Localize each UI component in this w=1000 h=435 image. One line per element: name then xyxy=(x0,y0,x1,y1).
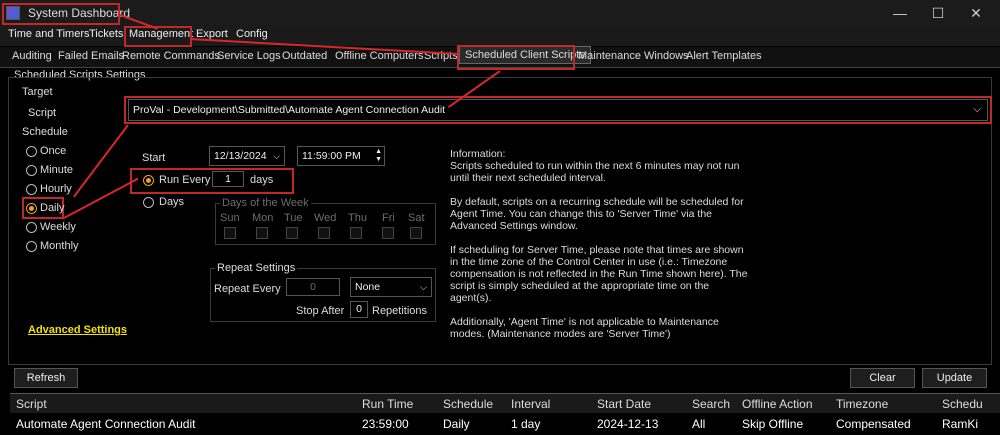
dow-mon-checkbox[interactable] xyxy=(256,227,268,239)
repetitions-label: Repetitions xyxy=(372,305,428,317)
start-time-picker[interactable]: 11:59:00 PM ▲ ▼ xyxy=(297,146,385,166)
col-header-script[interactable]: Script xyxy=(16,397,47,411)
menu-config[interactable]: Config xyxy=(236,28,268,40)
spinner-icon[interactable]: ▲ ▼ xyxy=(375,148,382,164)
dow-tue-label: Tue xyxy=(284,212,303,224)
radio-once-label: Once xyxy=(40,145,67,157)
dow-sun-label: Sun xyxy=(220,212,240,224)
annotation-box-title xyxy=(2,3,120,25)
radio-weekly[interactable] xyxy=(26,222,37,233)
minimize-icon[interactable]: — xyxy=(880,0,920,26)
dow-sun-checkbox[interactable] xyxy=(224,227,236,239)
radio-hourly[interactable] xyxy=(26,184,37,195)
repeat-unit-value: None xyxy=(355,281,381,293)
clear-button[interactable]: Clear xyxy=(850,368,915,388)
stop-after-label: Stop After xyxy=(296,305,345,317)
dow-sat-checkbox[interactable] xyxy=(410,227,422,239)
info-paragraph-3: If scheduling for Server Time, please no… xyxy=(450,244,748,304)
title-bar xyxy=(0,0,1000,26)
radio-monthly-label: Monthly xyxy=(40,240,79,252)
cell-start-date[interactable]: 2024-12-13 xyxy=(597,417,658,431)
cell-run-time[interactable]: 23:59:00 xyxy=(362,417,409,431)
info-paragraph-2: By default, scripts on a recurring sched… xyxy=(450,196,744,232)
col-header-schedule[interactable]: Schedule xyxy=(443,397,493,411)
run-every-unit: days xyxy=(250,174,274,186)
cell-offline-action[interactable]: Skip Offline xyxy=(742,417,803,431)
dow-wed-checkbox[interactable] xyxy=(318,227,330,239)
tab-outdated[interactable]: Outdated xyxy=(282,50,327,62)
tab-alert-templates[interactable]: Alert Templates xyxy=(686,50,762,62)
cell-interval[interactable]: 1 day xyxy=(511,417,540,431)
days-of-week-label: Days of the Week xyxy=(220,197,311,209)
tab-auditing[interactable]: Auditing xyxy=(12,50,52,62)
col-header-run-time[interactable]: Run Time xyxy=(362,397,413,411)
radio-once[interactable] xyxy=(26,146,37,157)
repeat-every-label: Repeat Every xyxy=(214,283,281,295)
col-header-search[interactable]: Search xyxy=(692,397,730,411)
col-header-timezone[interactable]: Timezone xyxy=(836,397,888,411)
tab-service-logs[interactable]: Service Logs xyxy=(217,50,281,62)
radio-weekly-label: Weekly xyxy=(40,221,76,233)
run-every-input[interactable]: 1 xyxy=(212,171,244,187)
annotation-box-scheduled-tab xyxy=(457,45,575,70)
start-date-value: 12/13/2024 xyxy=(214,150,267,162)
dow-wed-label: Wed xyxy=(314,212,337,224)
cell-schedule[interactable]: Daily xyxy=(443,417,470,431)
dow-fri-label: Fri xyxy=(382,212,395,224)
update-button[interactable]: Update xyxy=(922,368,987,388)
tab-failed-emails[interactable]: Failed Emails xyxy=(58,50,124,62)
run-every-label: Run Every xyxy=(159,174,211,186)
schedule-label: Schedule xyxy=(22,126,68,138)
information-text: Information: Scripts scheduled to run wi… xyxy=(450,148,750,352)
cell-schedu[interactable]: RamKi xyxy=(942,417,978,431)
start-time-value: 11:59:00 PM xyxy=(302,150,361,162)
refresh-button[interactable]: Refresh xyxy=(14,368,78,388)
info-paragraph-4: Additionally, 'Agent Time' is not applic… xyxy=(450,316,719,340)
col-header-schedu[interactable]: Schedu xyxy=(942,397,983,411)
annotation-box-management xyxy=(124,26,192,47)
dow-fri-checkbox[interactable] xyxy=(382,227,394,239)
dow-thu-label: Thu xyxy=(348,212,367,224)
radio-monthly[interactable] xyxy=(26,241,37,252)
repeat-settings-label: Repeat Settings xyxy=(215,262,298,274)
cell-script[interactable]: Automate Agent Connection Audit xyxy=(16,417,195,431)
dow-thu-checkbox[interactable] xyxy=(350,227,362,239)
maximize-icon[interactable]: ☐ xyxy=(918,0,958,26)
radio-minute[interactable] xyxy=(26,165,37,176)
col-header-start-date[interactable]: Start Date xyxy=(597,397,651,411)
cell-timezone[interactable]: Compensated xyxy=(836,417,911,431)
radio-hourly-label: Hourly xyxy=(40,183,72,195)
tab-remote-commands[interactable]: Remote Commands xyxy=(122,50,220,62)
repeat-every-input[interactable]: 0 xyxy=(286,278,340,296)
annotation-box-script xyxy=(124,96,992,124)
start-date-picker[interactable]: 12/13/2024 ⌵ xyxy=(209,146,285,166)
menu-time-and-timers[interactable]: Time and Timers xyxy=(8,28,90,40)
col-header-offline-action[interactable]: Offline Action xyxy=(742,397,813,411)
dow-tue-checkbox[interactable] xyxy=(286,227,298,239)
stop-after-input[interactable]: 0 xyxy=(350,301,368,318)
dow-mon-label: Mon xyxy=(252,212,274,224)
tab-maintenance-windows[interactable]: Maintenance Windows xyxy=(578,50,689,62)
radio-daily[interactable] xyxy=(26,203,37,214)
dow-sat-label: Sat xyxy=(408,212,425,224)
cell-search[interactable]: All xyxy=(692,417,705,431)
info-title: Information: xyxy=(450,148,506,160)
repeat-unit-select[interactable]: None ⌵ xyxy=(350,277,432,297)
script-label: Script xyxy=(28,107,57,119)
radio-run-every[interactable] xyxy=(143,175,154,186)
radio-minute-label: Minute xyxy=(40,164,74,176)
close-icon[interactable]: ✕ xyxy=(956,0,996,26)
radio-days[interactable] xyxy=(143,197,154,208)
advanced-settings-link[interactable]: Advanced Settings xyxy=(28,324,127,336)
info-paragraph-1: Scripts scheduled to run within the next… xyxy=(450,160,740,184)
menu-tickets[interactable]: Tickets xyxy=(89,28,123,40)
col-header-interval[interactable]: Interval xyxy=(511,397,550,411)
start-label: Start xyxy=(142,152,166,164)
target-label: Target xyxy=(22,86,53,98)
radio-daily-label: Daily xyxy=(40,202,65,214)
chevron-down-icon: ⌵ xyxy=(420,282,427,292)
days-label: Days xyxy=(159,196,185,208)
chevron-down-icon: ⌵ xyxy=(273,151,280,161)
